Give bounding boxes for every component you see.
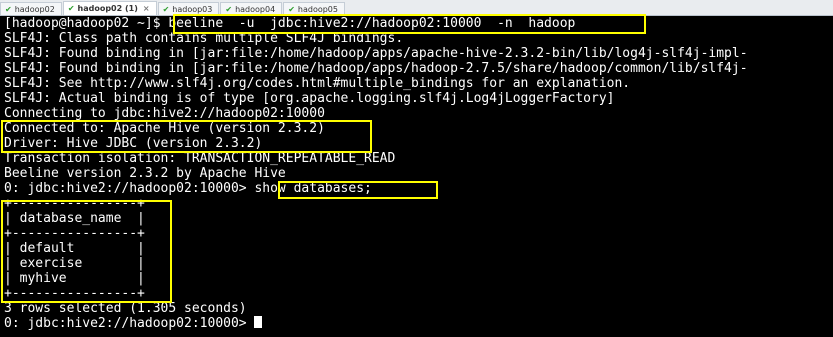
- terminal-output[interactable]: [hadoop@hadoop02 ~]$ beeline -u jdbc:hiv…: [0, 14, 833, 337]
- highlight-result-table: [1, 200, 172, 303]
- tab-label: hadoop02: [14, 4, 55, 14]
- terminal-line: SLF4J: Found binding in [jar:file:/home/…: [4, 61, 748, 76]
- terminal-line: SLF4J: See http://www.slf4j.org/codes.ht…: [4, 76, 631, 91]
- terminal-line: SLF4J: Actual binding is of type [org.ap…: [4, 91, 615, 106]
- terminal-prompt-line[interactable]: 0: jdbc:hive2://hadoop02:10000>: [4, 316, 263, 331]
- tab-label: hadoop03: [172, 4, 213, 14]
- text-cursor: [254, 316, 263, 328]
- highlight-connection-info: [1, 120, 372, 153]
- terminal-line-summary: 3 rows selected (1.305 seconds): [4, 301, 247, 316]
- tab-hadoop02[interactable]: ✔ hadoop02: [0, 2, 62, 15]
- tab-label: hadoop02 (1): [77, 4, 138, 13]
- terminal-line: Connecting to jdbc:hive2://hadoop02:1000…: [4, 106, 325, 121]
- connected-check-icon: ✔: [288, 4, 295, 14]
- tab-hadoop02-1[interactable]: ✔ hadoop02 (1) ×: [62, 1, 157, 15]
- tab-label: hadoop04: [235, 4, 276, 14]
- connected-check-icon: ✔: [225, 4, 233, 14]
- highlight-show-databases: [278, 181, 438, 199]
- terminal-line: SLF4J: Found binding in [jar:file:/home/…: [4, 46, 748, 61]
- connected-check-icon: ✔: [162, 4, 170, 14]
- close-tab-icon[interactable]: ×: [143, 4, 150, 13]
- highlight-beeline-command: [173, 14, 646, 34]
- terminal-line: Beeline version 2.3.2 by Apache Hive: [4, 166, 286, 181]
- prompt-text: 0: jdbc:hive2://hadoop02:10000>: [4, 316, 255, 331]
- tab-label: hadoop05: [297, 4, 338, 14]
- terminal-line: Transaction isolation: TRANSACTION_REPEA…: [4, 151, 396, 166]
- connected-check-icon: ✔: [67, 4, 75, 13]
- connected-check-icon: ✔: [5, 4, 12, 14]
